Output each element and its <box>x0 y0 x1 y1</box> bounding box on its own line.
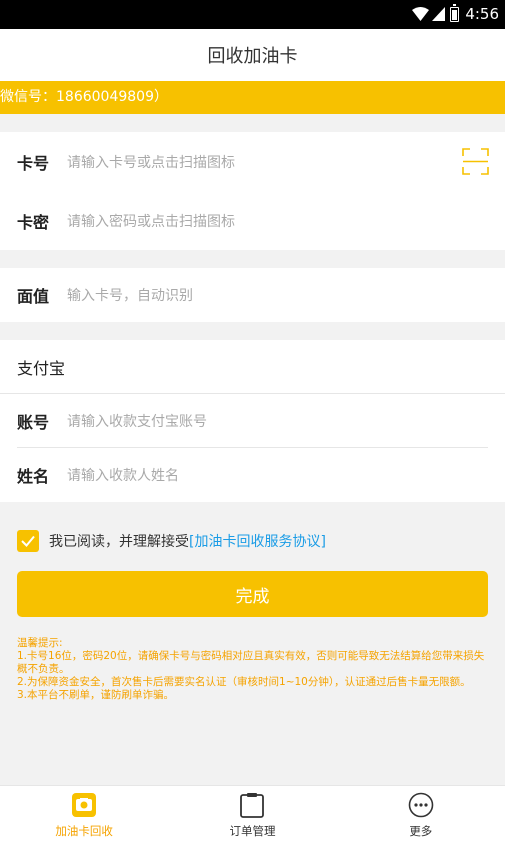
signal-icon <box>432 7 446 21</box>
tab-more[interactable]: 更多 <box>337 786 505 843</box>
alipay-account-row[interactable]: 账号 请输入收款支付宝账号 <box>0 394 505 448</box>
alipay-account-label: 账号 <box>17 413 50 432</box>
status-bar: 4:56 <box>0 0 505 29</box>
card-number-label: 卡号 <box>17 154 50 173</box>
face-value-label: 面值 <box>17 287 50 306</box>
card-recycle-icon <box>72 793 97 817</box>
tips-line: 1.卡号16位，密码20位，请确保卡号与密码相对应且真实有效，否则可能导致无法结… <box>17 650 485 675</box>
notice-banner: 微信号：18660049809） <box>0 81 505 114</box>
face-value-input[interactable]: 输入卡号，自动识别 <box>67 285 193 305</box>
tips-line: 2.为保障资金安全，首次售卡后需要实名认证（审核时间1~10分钟），认证通过后售… <box>17 676 471 688</box>
agreement-checkbox[interactable] <box>17 530 39 552</box>
tips-line: 3.本平台不刷单，谨防刷单诈骗。 <box>17 689 175 701</box>
tab-label: 更多 <box>409 824 433 838</box>
more-icon <box>408 792 434 818</box>
face-value-section: 面值 输入卡号，自动识别 <box>0 268 505 322</box>
page-title-bar: 回收加油卡 <box>0 29 505 81</box>
status-time: 4:56 <box>465 5 499 23</box>
payee-name-row[interactable]: 姓名 请输入收款人姓名 <box>0 448 505 502</box>
alipay-title: 支付宝 <box>17 359 66 378</box>
tab-label: 加油卡回收 <box>55 824 113 838</box>
face-value-row[interactable]: 面值 输入卡号，自动识别 <box>0 268 505 322</box>
card-password-row[interactable]: 卡密 请输入密码或点击扫描图标 <box>0 192 505 250</box>
card-section: 卡号 请输入卡号或点击扫描图标 卡密 请输入密码或点击扫描图标 <box>0 132 505 250</box>
status-icons: 4:56 <box>412 3 499 23</box>
agreement-row: 我已阅读，并理解接受 [加油卡回收服务协议] <box>17 530 326 552</box>
card-password-label: 卡密 <box>17 213 50 232</box>
scan-icon[interactable] <box>462 148 489 175</box>
payee-name-label: 姓名 <box>17 467 50 486</box>
card-number-input[interactable]: 请输入卡号或点击扫描图标 <box>67 152 235 172</box>
alipay-header-row: 支付宝 <box>0 340 505 394</box>
battery-icon <box>450 3 460 22</box>
alipay-section: 支付宝 账号 请输入收款支付宝账号 姓名 请输入收款人姓名 <box>0 340 505 502</box>
tab-card-recycle[interactable]: 加油卡回收 <box>0 786 168 843</box>
notice-text: 微信号：18660049809） <box>0 89 168 105</box>
tab-label: 订单管理 <box>229 824 276 838</box>
clipboard-icon <box>240 793 265 818</box>
bottom-tab-bar: 加油卡回收 订单管理 更多 <box>0 785 505 843</box>
payee-name-input[interactable]: 请输入收款人姓名 <box>67 465 179 485</box>
card-password-input[interactable]: 请输入密码或点击扫描图标 <box>67 211 235 231</box>
alipay-account-input[interactable]: 请输入收款支付宝账号 <box>67 411 207 431</box>
tab-orders[interactable]: 订单管理 <box>168 786 336 843</box>
tips-block: 温馨提示: 1.卡号16位，密码20位，请确保卡号与密码相对应且真实有效，否则可… <box>17 637 492 702</box>
agreement-text: 我已阅读，并理解接受 <box>49 534 189 550</box>
page-title: 回收加油卡 <box>207 46 298 67</box>
card-number-row[interactable]: 卡号 请输入卡号或点击扫描图标 <box>0 132 505 192</box>
agreement-link[interactable]: [加油卡回收服务协议] <box>189 531 326 551</box>
submit-label: 完成 <box>235 586 270 607</box>
wifi-icon <box>412 7 430 21</box>
submit-button[interactable]: 完成 <box>17 571 488 617</box>
check-icon <box>21 535 35 547</box>
tips-line: 温馨提示: <box>17 637 63 649</box>
